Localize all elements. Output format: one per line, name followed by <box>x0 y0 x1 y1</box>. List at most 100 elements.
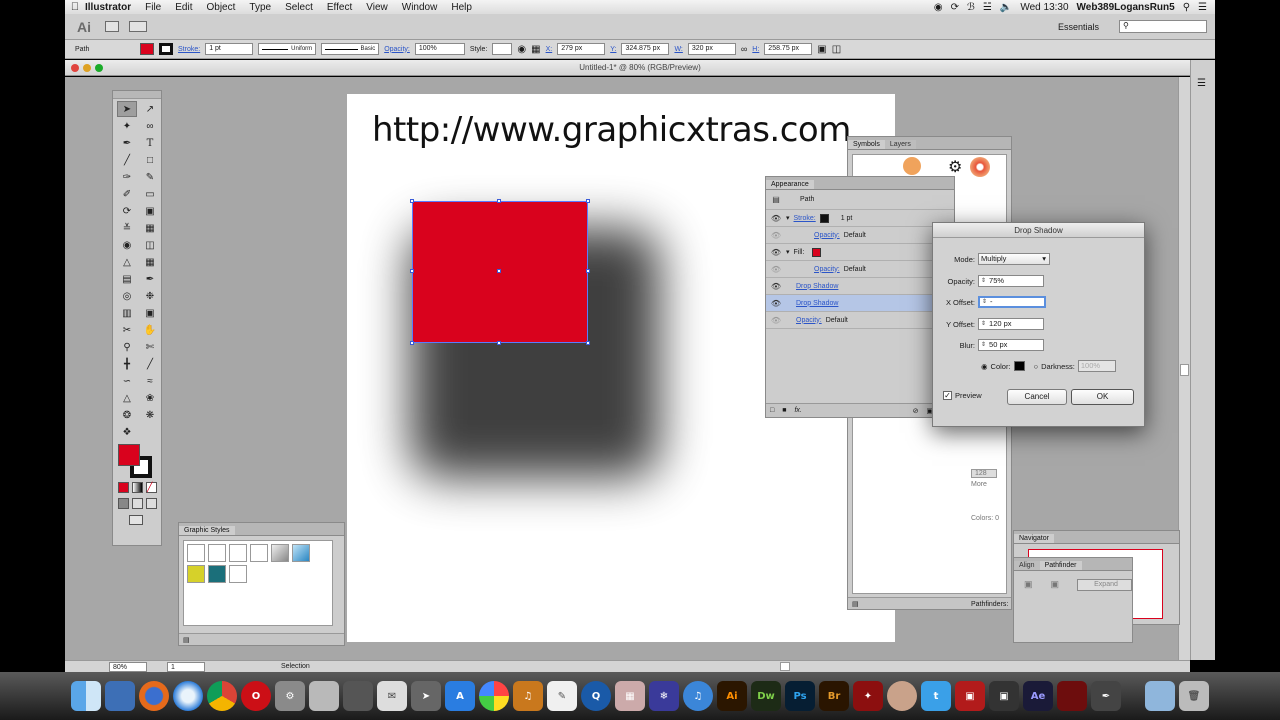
w-field[interactable]: 320 px <box>687 43 736 55</box>
x-label[interactable]: X: <box>546 46 553 53</box>
red-rectangle[interactable] <box>410 199 590 345</box>
photos-icon[interactable] <box>479 681 509 711</box>
menu-type[interactable]: Type <box>249 2 271 13</box>
itunes-icon[interactable]: ♫ <box>683 681 713 711</box>
system-preferences-icon[interactable]: ⚙ <box>275 681 305 711</box>
gradient-tool-icon[interactable]: ▤ <box>117 271 137 287</box>
artboard-tool-icon[interactable]: ▣ <box>140 305 160 321</box>
bezier-tool-icon[interactable]: ∽ <box>117 373 137 389</box>
anchor-point[interactable] <box>586 199 590 203</box>
stroke-label[interactable]: Stroke: <box>178 46 200 53</box>
app-store-icon[interactable]: A <box>445 681 475 711</box>
color-button[interactable] <box>118 482 129 493</box>
opacity-attr-label[interactable]: Opacity: <box>814 266 840 273</box>
eraser-tool-icon[interactable]: ▭ <box>140 186 160 202</box>
color-radio[interactable]: ◉ <box>981 362 988 371</box>
crop-tool-icon[interactable]: ╋ <box>117 356 137 372</box>
pencil-tool-icon[interactable]: ✎ <box>140 169 160 185</box>
x-offset-field[interactable]: ⇕ - <box>978 296 1046 308</box>
clock[interactable]: Wed 13:30 <box>1020 2 1068 13</box>
ok-button[interactable]: OK <box>1071 389 1134 405</box>
clear-appearance-icon[interactable]: ⊘ <box>913 407 919 415</box>
pen-tool-icon[interactable]: ✒ <box>117 135 137 151</box>
opacity-attr-label[interactable]: Opacity: <box>796 317 822 324</box>
workspace-switcher[interactable]: Essentials <box>1058 22 1099 32</box>
appearance-drop-shadow-row-selected[interactable]: 👁 Drop Shadow <box>766 295 954 312</box>
preview-checkbox[interactable]: ✓ <box>943 391 952 400</box>
garageband-icon[interactable]: ♫ <box>513 681 543 711</box>
tab-pathfinder[interactable]: Pathfinder <box>1039 561 1082 570</box>
apple-icon[interactable]:  <box>65 1 85 13</box>
notification-icon[interactable]: ☰ <box>1198 2 1207 13</box>
tab-navigator[interactable]: Navigator <box>1014 534 1054 543</box>
horizontal-scroll-thumb[interactable] <box>780 662 790 671</box>
stroke-attr-label[interactable]: Stroke: <box>794 215 816 222</box>
twitter-icon[interactable]: t <box>921 681 951 711</box>
symbol-orange-icon[interactable] <box>903 157 921 175</box>
symbol-gear-icon[interactable]: ⚙ <box>948 157 962 177</box>
cancel-button[interactable]: Cancel <box>1007 389 1067 405</box>
safari-icon[interactable] <box>173 681 203 711</box>
symbol-sprayer-tool-icon[interactable]: ❉ <box>140 288 160 304</box>
finder-icon[interactable] <box>71 681 101 711</box>
menu-app-name[interactable]: Illustrator <box>85 2 131 13</box>
bloat-tool-icon[interactable]: ❖ <box>117 424 137 440</box>
drop-shadow-effect-link[interactable]: Drop Shadow <box>796 300 838 307</box>
eye-icon[interactable]: 👁 <box>770 299 782 308</box>
artboard-number-field[interactable]: 1 <box>167 661 205 672</box>
none-button[interactable]: ╱ <box>146 482 157 493</box>
photoshop-icon[interactable]: Ps <box>785 681 815 711</box>
stroke-weight-field[interactable]: 1 pt <box>205 43 254 55</box>
zoom-window-button[interactable] <box>95 64 103 72</box>
eye-icon[interactable]: 👁 <box>770 316 782 325</box>
variable-width-profile[interactable]: Uniform <box>258 43 317 55</box>
shape-builder-tool-icon[interactable]: ◉ <box>117 237 137 253</box>
twirl-tool-icon[interactable]: ❀ <box>140 390 160 406</box>
status-tool[interactable]: Selection <box>281 663 371 670</box>
unite-icon[interactable]: ▣ <box>1024 579 1033 591</box>
appearance-stroke-opacity-row[interactable]: 👁 Opacity: Default <box>766 227 954 244</box>
eye-icon[interactable]: 👁 <box>770 231 782 240</box>
tab-appearance[interactable]: Appearance <box>766 180 814 189</box>
menu-object[interactable]: Object <box>206 2 235 13</box>
disclosure-triangle-icon[interactable]: ▾ <box>786 214 790 222</box>
fill-color-box[interactable] <box>118 444 140 466</box>
bluetooth-icon[interactable]: ℬ <box>967 2 975 13</box>
anchor-point[interactable] <box>497 199 501 203</box>
dreamweaver-icon[interactable]: Dw <box>751 681 781 711</box>
archive-utility-icon[interactable] <box>309 681 339 711</box>
appearance-fill-row[interactable]: 👁 ▾ Fill: <box>766 244 954 261</box>
y-label[interactable]: Y: <box>610 46 616 53</box>
rocket-icon[interactable]: ➤ <box>411 681 441 711</box>
blur-field[interactable]: ⇕ 50 px <box>978 339 1044 351</box>
bridge-button[interactable] <box>105 21 119 32</box>
x-field[interactable]: 279 px <box>557 43 606 55</box>
opacity-attr-label[interactable]: Opacity: <box>814 232 840 239</box>
trash-icon[interactable]: 🗑 <box>1179 681 1209 711</box>
w-label[interactable]: W: <box>674 46 682 53</box>
type-tool-icon[interactable]: T <box>140 135 160 151</box>
record-icon[interactable]: ◉ <box>934 2 943 13</box>
blob-brush-tool-icon[interactable]: ✐ <box>117 186 137 202</box>
menu-help[interactable]: Help <box>451 2 472 13</box>
y-offset-field[interactable]: ⇕ 120 px <box>978 318 1044 330</box>
menu-effect[interactable]: Effect <box>327 2 352 13</box>
style-swatch[interactable] <box>229 544 247 562</box>
appearance-opacity-row[interactable]: 👁 Opacity: Default <box>766 312 954 329</box>
disclosure-triangle-icon[interactable]: ▾ <box>786 248 790 256</box>
appearance-fill-opacity-row[interactable]: 👁 Opacity: Default <box>766 261 954 278</box>
link-icon[interactable]: ∞ <box>741 44 747 54</box>
mesh-tool-icon[interactable]: ▦ <box>140 254 160 270</box>
spotlight-icon[interactable]: ⚲ <box>1183 2 1190 13</box>
preview-icon[interactable] <box>105 681 135 711</box>
appearance-drop-shadow-row[interactable]: 👁 Drop Shadow <box>766 278 954 295</box>
direct-selection-tool-icon[interactable]: ↗ <box>140 101 160 117</box>
live-paint-tool-icon[interactable]: ◫ <box>140 237 160 253</box>
anchor-point[interactable] <box>410 341 414 345</box>
darkness-radio[interactable]: ○ <box>1034 362 1039 371</box>
stroke-attr-swatch[interactable] <box>819 213 829 223</box>
h-field[interactable]: 258.75 px <box>764 43 813 55</box>
reshape-tool-icon[interactable]: △ <box>117 390 137 406</box>
scissors-tool-icon[interactable]: ✄ <box>140 339 160 355</box>
draw-behind-button[interactable] <box>132 498 143 509</box>
